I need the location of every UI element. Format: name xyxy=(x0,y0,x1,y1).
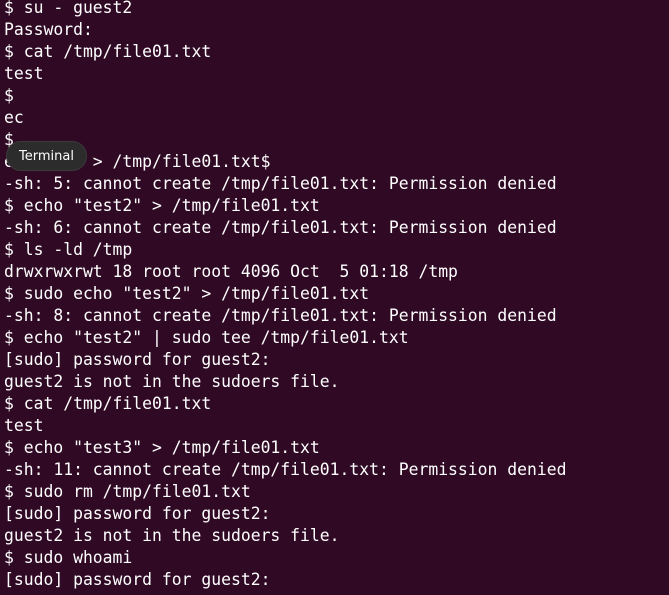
terminal-window[interactable]: $ su - guest2 Password: $ cat /tmp/file0… xyxy=(0,0,669,595)
terminal-line: $ cat /tmp/file01.txt xyxy=(4,394,212,413)
terminal-line: Password: xyxy=(4,20,93,39)
terminal-line: $ sudo rm /tmp/file01.txt xyxy=(4,482,251,501)
terminal-line: test xyxy=(4,416,44,435)
terminal-line: test xyxy=(4,64,44,83)
terminal-line: $ sudo echo "test2" > /tmp/file01.txt xyxy=(4,284,370,303)
terminal-tooltip: Terminal xyxy=(6,141,87,171)
terminal-line: drwxrwxrwt 18 root root 4096 Oct 5 01:18… xyxy=(4,262,458,281)
terminal-line: -sh: 5: cannot create /tmp/file01.txt: P… xyxy=(4,174,557,193)
terminal-line: [sudo] password for guest2: xyxy=(4,504,271,523)
terminal-line: $ su - guest2 xyxy=(4,0,133,17)
terminal-line: [sudo] password for guest2: xyxy=(4,350,271,369)
terminal-line: $ xyxy=(4,86,14,105)
terminal-line: $ echo "test2" | sudo tee /tmp/file01.tx… xyxy=(4,328,409,347)
terminal-line: $ echo "test3" > /tmp/file01.txt xyxy=(4,438,320,457)
terminal-line: $ ls -ld /tmp xyxy=(4,240,133,259)
terminal-line: -sh: 11: cannot create /tmp/file01.txt: … xyxy=(4,460,567,479)
terminal-line: guest2 is not in the sudoers file. xyxy=(4,526,340,545)
terminal-line: [sudo] password for guest2: xyxy=(4,570,271,589)
terminal-line: -sh: 6: cannot create /tmp/file01.txt: P… xyxy=(4,218,557,237)
terminal-line: guest2 is not in the sudoers file. xyxy=(4,372,340,391)
terminal-line: $ cat /tmp/file01.txt xyxy=(4,42,212,61)
terminal-line: $ echo "test2" > /tmp/file01.txt xyxy=(4,196,320,215)
terminal-line: -sh: 8: cannot create /tmp/file01.txt: P… xyxy=(4,306,557,325)
terminal-line: $ sudo whoami xyxy=(4,548,133,567)
terminal-line: ec xyxy=(4,108,24,127)
